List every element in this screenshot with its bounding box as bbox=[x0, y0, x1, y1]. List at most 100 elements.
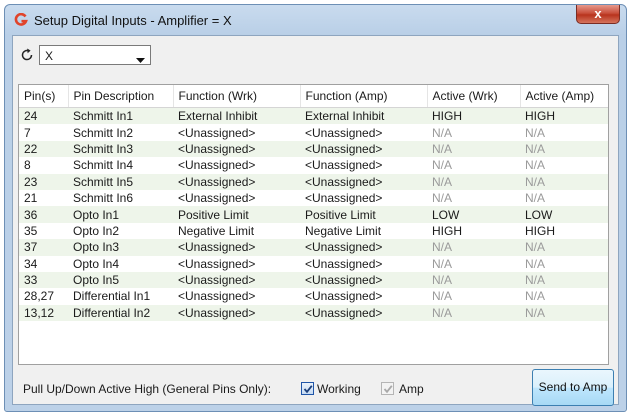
title-bar[interactable]: Setup Digital Inputs - Amplifier = X x bbox=[5, 5, 626, 35]
cell-function-wrk: <Unassigned> bbox=[173, 304, 300, 322]
cell-active-amp: LOW bbox=[520, 206, 608, 223]
cell-active-wrk: N/A bbox=[432, 289, 453, 304]
close-icon: x bbox=[594, 6, 602, 21]
cell-function-amp: Positive Limit bbox=[300, 206, 427, 223]
window-title: Setup Digital Inputs - Amplifier = X bbox=[34, 13, 232, 28]
cell-function-wrk: <Unassigned> bbox=[173, 239, 300, 256]
cell-pin-description: Opto In5 bbox=[68, 271, 173, 289]
cell-function-wrk: <Unassigned> bbox=[178, 191, 256, 206]
table-row[interactable]: 37 Opto In3 <Unassigned> <Unassigned> N/A N/A bbox=[19, 239, 608, 256]
column-header-active-wrk[interactable]: Active (Wrk) bbox=[427, 85, 521, 108]
column-header-pins[interactable]: Pin(s) bbox=[19, 85, 69, 108]
cell-function-wrk: Negative Limit bbox=[178, 223, 255, 238]
cell-pins: 28,27 bbox=[24, 289, 55, 304]
cell-pin-description: Opto In2 bbox=[73, 223, 120, 238]
cell-pin-description: Opto In4 bbox=[73, 256, 120, 271]
cell-pins: 37 bbox=[19, 239, 68, 256]
cell-function-amp: <Unassigned> bbox=[305, 256, 383, 271]
cell-pins: 23 bbox=[19, 173, 68, 190]
cell-active-wrk: HIGH bbox=[427, 107, 520, 125]
cell-function-amp: <Unassigned> bbox=[305, 125, 383, 140]
send-to-amp-button[interactable]: Send to Amp bbox=[532, 369, 614, 406]
table-row[interactable]: 8 Schmitt In4 <Unassigned> <Unassigned> N/A N… bbox=[19, 157, 608, 173]
cell-active-amp: N/A bbox=[520, 173, 608, 190]
cell-active-wrk: N/A bbox=[427, 271, 520, 289]
cell-function-wrk: <Unassigned> bbox=[173, 140, 300, 158]
pull-up-down-label: Pull Up/Down Active High (General Pins O… bbox=[23, 382, 272, 396]
cell-active-wrk: N/A bbox=[427, 173, 520, 190]
cell-pin-description: Schmitt In5 bbox=[68, 173, 173, 190]
cell-function-amp: <Unassigned> bbox=[305, 158, 383, 173]
cell-active-amp: N/A bbox=[525, 256, 546, 271]
table-row[interactable]: 7 Schmitt In2 <Unassigned> <Unassigned> N/A N… bbox=[19, 124, 608, 140]
dialog-body: X Pin(s) Pin Description Function (Wrk) … bbox=[12, 35, 619, 406]
cell-function-amp: <Unassigned> bbox=[300, 271, 427, 289]
close-button[interactable]: x bbox=[576, 5, 620, 24]
cell-active-amp: HIGH bbox=[525, 223, 555, 238]
cell-active-amp: N/A bbox=[520, 239, 608, 256]
cell-active-wrk: LOW bbox=[427, 206, 520, 223]
cell-pins: 34 bbox=[24, 256, 38, 271]
amp-checkbox bbox=[381, 382, 394, 395]
refresh-icon[interactable] bbox=[19, 47, 35, 63]
table-row[interactable]: 34 Opto In4 <Unassigned> <Unassigned> N/A N/A bbox=[19, 256, 608, 272]
cell-pins: 24 bbox=[19, 107, 68, 125]
cell-pin-description: Schmitt In3 bbox=[68, 140, 173, 158]
cell-pin-description: Differential In1 bbox=[73, 289, 151, 304]
cell-pin-description: Schmitt In6 bbox=[73, 191, 134, 206]
cell-pins: 36 bbox=[19, 206, 68, 223]
table-row[interactable]: 13,12 Differential In2 <Unassigned> <Unassi… bbox=[19, 304, 608, 322]
digital-inputs-table: Pin(s) Pin Description Function (Wrk) Fu… bbox=[18, 84, 609, 365]
cell-function-wrk: Positive Limit bbox=[173, 206, 300, 223]
cell-active-amp: N/A bbox=[525, 191, 546, 206]
cell-function-amp: Negative Limit bbox=[305, 223, 382, 238]
table-row[interactable]: 35 Opto In2 Negative Limit Negative Limit HI… bbox=[19, 223, 608, 239]
working-checkbox-label[interactable]: Working bbox=[317, 382, 361, 396]
table-row[interactable]: 22 Schmitt In3 <Unassigned> <Unassigned> N/A… bbox=[19, 140, 608, 158]
cell-active-amp: N/A bbox=[520, 304, 608, 322]
table-row[interactable]: 28,27 Differential In1 <Unassigned> <Unassi… bbox=[19, 288, 608, 304]
cell-active-amp: N/A bbox=[525, 289, 546, 304]
table-row[interactable]: 24 Schmitt In1 External Inhibit External In… bbox=[19, 107, 608, 125]
table-row[interactable]: 33 Opto In5 <Unassigned> <Unassigned> N/A N/A bbox=[19, 271, 608, 289]
cell-function-wrk: <Unassigned> bbox=[173, 271, 300, 289]
column-header-active-amp[interactable]: Active (Amp) bbox=[520, 85, 608, 108]
cell-active-wrk: N/A bbox=[427, 140, 520, 158]
cell-active-amp: N/A bbox=[520, 271, 608, 289]
cell-active-wrk: HIGH bbox=[432, 223, 462, 238]
axis-select[interactable]: X bbox=[39, 45, 151, 65]
table-row[interactable]: 36 Opto In1 Positive Limit Positive Limit LO… bbox=[19, 206, 608, 223]
cell-function-wrk: External Inhibit bbox=[173, 107, 300, 125]
checkmark-icon bbox=[383, 385, 393, 394]
cell-active-wrk: N/A bbox=[427, 304, 520, 322]
working-checkbox[interactable] bbox=[301, 382, 314, 395]
cell-active-amp: N/A bbox=[525, 125, 546, 140]
column-header-pin-description[interactable]: Pin Description bbox=[68, 85, 174, 108]
cell-active-amp: N/A bbox=[520, 140, 608, 158]
cell-function-amp: External Inhibit bbox=[300, 107, 427, 125]
axis-select-value: X bbox=[45, 49, 54, 63]
cell-function-amp: <Unassigned> bbox=[300, 239, 427, 256]
column-header-function-amp[interactable]: Function (Amp) bbox=[300, 85, 428, 108]
table-header-row: Pin(s) Pin Description Function (Wrk) Fu… bbox=[19, 85, 608, 108]
cell-pin-description: Schmitt In4 bbox=[73, 158, 134, 173]
cell-function-amp: <Unassigned> bbox=[300, 173, 427, 190]
column-header-function-wrk[interactable]: Function (Wrk) bbox=[173, 85, 301, 108]
cell-pin-description: Schmitt In1 bbox=[68, 107, 173, 125]
cell-pins: 7 bbox=[24, 125, 31, 140]
table-row[interactable]: 23 Schmitt In5 <Unassigned> <Unassigned> N/A… bbox=[19, 173, 608, 190]
cell-function-wrk: <Unassigned> bbox=[178, 256, 256, 271]
amp-checkbox-label: Amp bbox=[399, 382, 424, 396]
cell-function-amp: <Unassigned> bbox=[305, 289, 383, 304]
cell-active-wrk: N/A bbox=[432, 191, 453, 206]
cell-function-amp: <Unassigned> bbox=[300, 140, 427, 158]
cell-pins: 13,12 bbox=[19, 304, 68, 322]
cell-function-amp: <Unassigned> bbox=[305, 191, 383, 206]
cell-active-amp: HIGH bbox=[520, 107, 608, 125]
cell-pins: 35 bbox=[24, 223, 38, 238]
table-row[interactable]: 21 Schmitt In6 <Unassigned> <Unassigned> N/A… bbox=[19, 190, 608, 206]
cell-function-wrk: <Unassigned> bbox=[178, 125, 256, 140]
cell-pin-description: Differential In2 bbox=[68, 304, 173, 322]
chevron-down-icon bbox=[136, 53, 145, 67]
cell-function-wrk: <Unassigned> bbox=[178, 289, 256, 304]
